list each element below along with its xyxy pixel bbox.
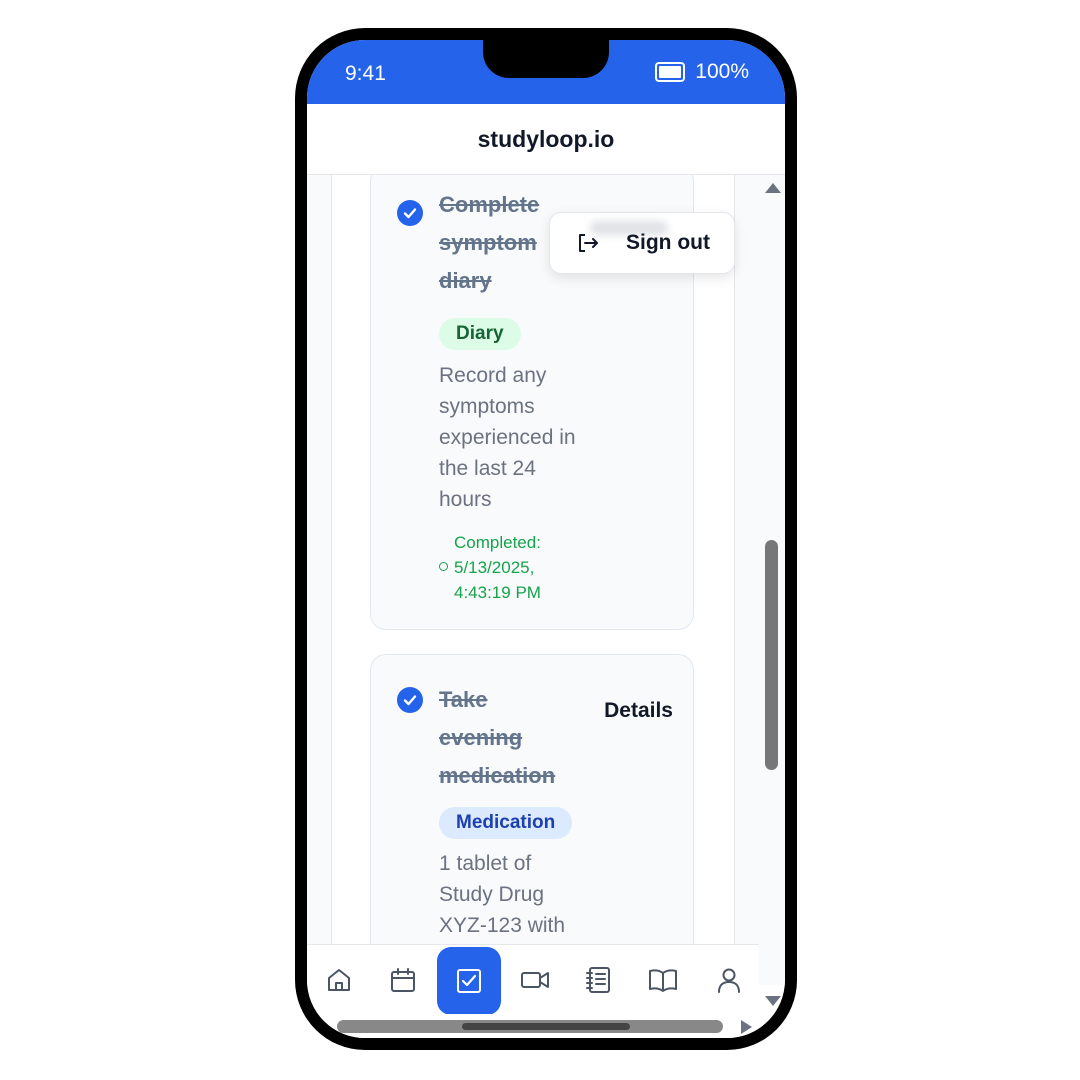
- app-header: studyloop.io: [307, 104, 785, 175]
- user-icon: [718, 968, 740, 993]
- account-menu-popup: Sign out: [549, 212, 735, 274]
- task-list: Complete symptom diary Diary Record any …: [307, 175, 785, 945]
- completed-text: Completed: 5/13/2025, 4:43:19 PM: [454, 533, 541, 602]
- phone-frame: 9:41 100% studyloop.io Complete symptom …: [295, 28, 797, 1050]
- checked-icon[interactable]: [397, 200, 423, 226]
- task-description: 1 tablet of Study Drug XYZ-123 with: [439, 852, 566, 937]
- task-card-evening-medication[interactable]: Take evening medication Details Medicati…: [370, 654, 694, 945]
- nav-library[interactable]: [631, 945, 695, 1015]
- sign-out-icon[interactable]: [576, 232, 600, 259]
- scroll-up-arrow-icon[interactable]: [765, 183, 781, 193]
- checked-icon[interactable]: [397, 687, 423, 713]
- notch: [483, 40, 609, 78]
- video-icon: [521, 972, 549, 988]
- nav-profile[interactable]: [697, 945, 761, 1015]
- nav-calendar[interactable]: [371, 945, 435, 1015]
- bottom-nav: [307, 944, 759, 1015]
- task-tag-medication: Medication: [439, 807, 573, 839]
- app-title: studyloop.io: [477, 125, 615, 152]
- task-list-panel: Complete symptom diary Diary Record any …: [331, 175, 735, 945]
- task-tag-diary: Diary: [439, 318, 521, 350]
- scroll-down-arrow-icon[interactable]: [765, 996, 781, 1006]
- task-title: Take evening medication: [439, 687, 556, 788]
- status-time: 9:41: [345, 62, 386, 85]
- details-button[interactable]: Details: [604, 699, 673, 723]
- book-icon: [649, 969, 677, 992]
- horizontal-scrollbar-thumb[interactable]: [462, 1023, 630, 1030]
- clock-icon: [439, 562, 448, 571]
- tasks-icon: [457, 969, 481, 993]
- nav-home[interactable]: [307, 945, 371, 1015]
- scroll-right-arrow-icon[interactable]: [741, 1020, 752, 1034]
- home-icon: [328, 969, 350, 991]
- notebook-icon: [586, 967, 610, 993]
- battery-icon: [655, 62, 686, 82]
- nav-video[interactable]: [503, 945, 567, 1015]
- task-description: Record any symptoms experienced in the l…: [439, 364, 576, 511]
- status-right: 100%: [655, 60, 749, 84]
- calendar-icon: [391, 968, 415, 992]
- nav-tasks[interactable]: [437, 947, 501, 1015]
- phone-screen: 9:41 100% studyloop.io Complete symptom …: [307, 40, 785, 1038]
- nav-notebook[interactable]: [567, 945, 631, 1015]
- vertical-scrollbar-thumb[interactable]: [765, 540, 778, 770]
- battery-level: 100%: [695, 60, 749, 83]
- sign-out-button[interactable]: Sign out: [626, 231, 710, 255]
